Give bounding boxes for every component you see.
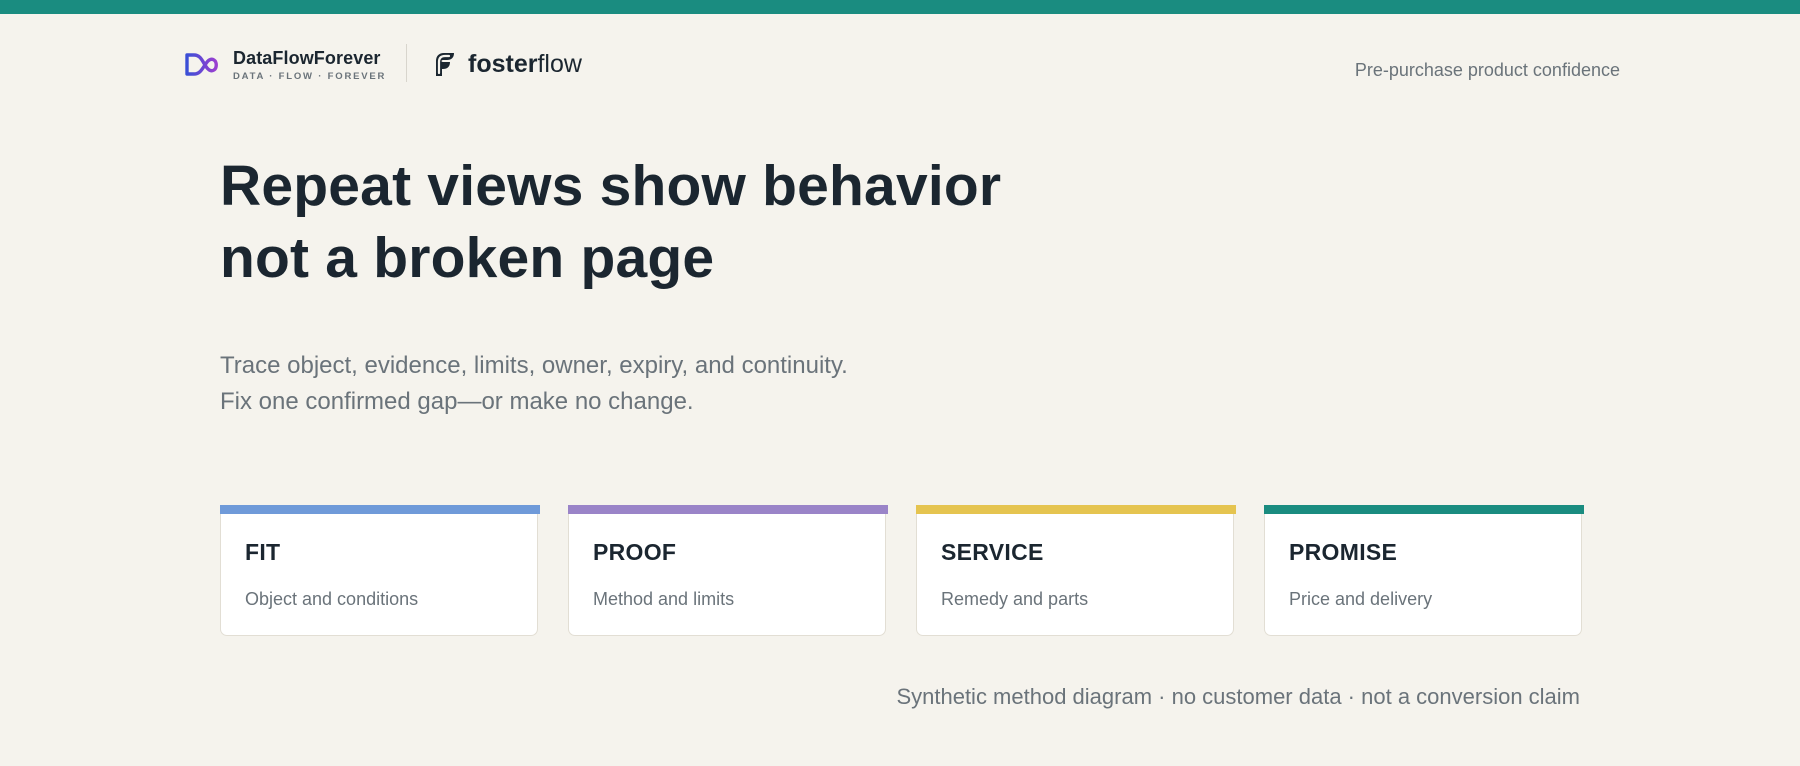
card-accent-bar [568, 505, 888, 514]
infinity-logo-icon [185, 53, 218, 76]
card-title: SERVICE [941, 539, 1044, 565]
disclaimer-footnote: Synthetic method diagram · no customer d… [896, 684, 1580, 709]
card-accent-bar [916, 505, 1236, 514]
fosterflow-brand[interactable]: fosterflow [430, 50, 582, 78]
hero-subtitle: Trace object, evidence, limits, owner, e… [220, 348, 1120, 420]
brand-divider [406, 44, 407, 82]
brand-name: DataFlowForever [233, 48, 381, 68]
headline-line-2: not a broken page [220, 226, 715, 290]
card-title: PROMISE [1289, 539, 1398, 565]
partner-name: fosterflow [468, 50, 582, 78]
header: DataFlowForever DATA · FLOW · FOREVER fo… [0, 14, 1800, 114]
header-tagline: Pre-purchase product confidence [1354, 60, 1620, 80]
card-description: Method and limits [593, 589, 735, 609]
card-accent-bar [1264, 505, 1584, 514]
page-title: Repeat views show behavior not a broken … [220, 150, 1120, 294]
card-promise[interactable]: PROMISE Price and delivery [1264, 505, 1584, 636]
hero: Repeat views show behavior not a broken … [220, 150, 1120, 294]
card-service[interactable]: SERVICE Remedy and parts [916, 505, 1236, 636]
card-title: PROOF [593, 539, 677, 565]
subtitle-line-2: Fix one confirmed gap—or make no change. [220, 388, 694, 415]
card-fit[interactable]: FIT Object and conditions [220, 505, 540, 636]
card-accent-bar [220, 505, 540, 514]
card-description: Price and delivery [1289, 589, 1433, 609]
card-description: Remedy and parts [941, 589, 1089, 609]
fosterflow-logo-icon [436, 53, 454, 76]
category-cards: FIT Object and conditions PROOF Method a… [220, 505, 1584, 636]
top-accent-strip [0, 0, 1800, 14]
dataflowforever-brand[interactable]: DataFlowForever DATA · FLOW · FOREVER [184, 48, 386, 82]
card-proof[interactable]: PROOF Method and limits [568, 505, 888, 636]
card-title: FIT [245, 539, 281, 565]
brand-tagline: DATA · FLOW · FOREVER [233, 71, 387, 82]
card-description: Object and conditions [245, 589, 419, 609]
subtitle-line-1: Trace object, evidence, limits, owner, e… [220, 352, 848, 379]
headline-line-1: Repeat views show behavior [220, 154, 1002, 218]
